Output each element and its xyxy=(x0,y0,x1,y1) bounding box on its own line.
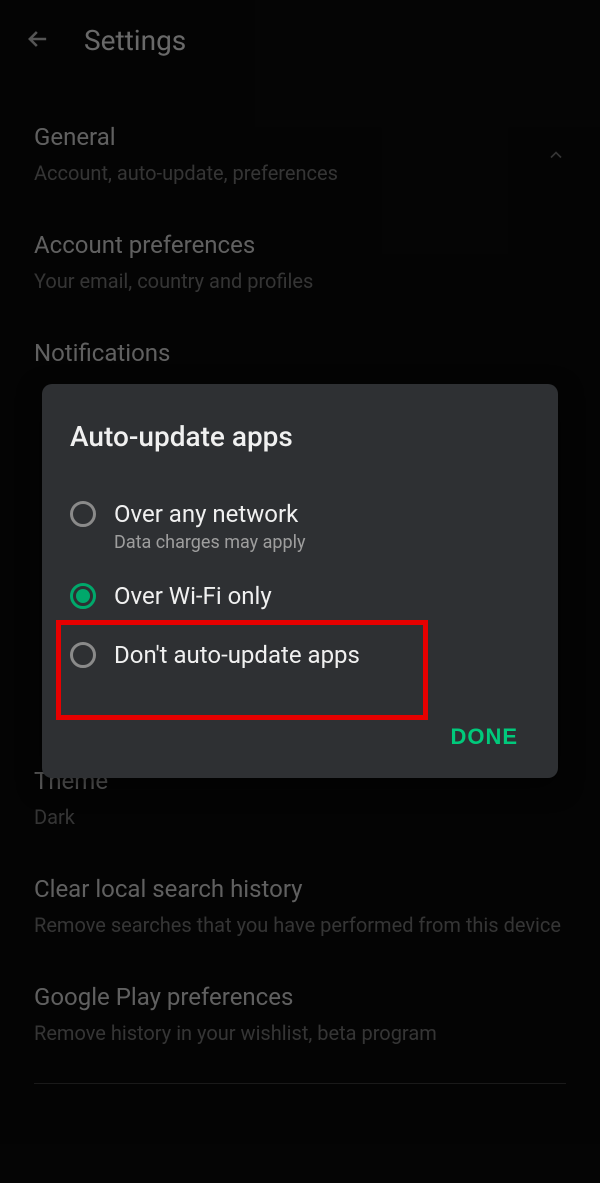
radio-option-any-network[interactable]: Over any network Data charges may apply xyxy=(70,485,530,567)
radio-label: Over Wi-Fi only xyxy=(114,581,530,612)
radio-text: Over any network Data charges may apply xyxy=(114,499,530,553)
radio-text: Don't auto-update apps xyxy=(114,640,530,671)
radio-label: Don't auto-update apps xyxy=(114,640,530,671)
radio-option-dont-update[interactable]: Don't auto-update apps xyxy=(70,626,530,685)
auto-update-dialog: Auto-update apps Over any network Data c… xyxy=(42,384,558,778)
dialog-actions: DONE xyxy=(70,714,530,760)
radio-text: Over Wi-Fi only xyxy=(114,581,530,612)
radio-label: Over any network xyxy=(114,499,530,530)
dialog-title: Auto-update apps xyxy=(70,420,530,453)
done-button[interactable]: DONE xyxy=(438,714,530,760)
radio-icon xyxy=(70,642,96,668)
radio-icon xyxy=(70,583,96,609)
radio-icon xyxy=(70,501,96,527)
radio-option-wifi-only[interactable]: Over Wi-Fi only xyxy=(70,567,530,626)
radio-sublabel: Data charges may apply xyxy=(114,532,530,553)
